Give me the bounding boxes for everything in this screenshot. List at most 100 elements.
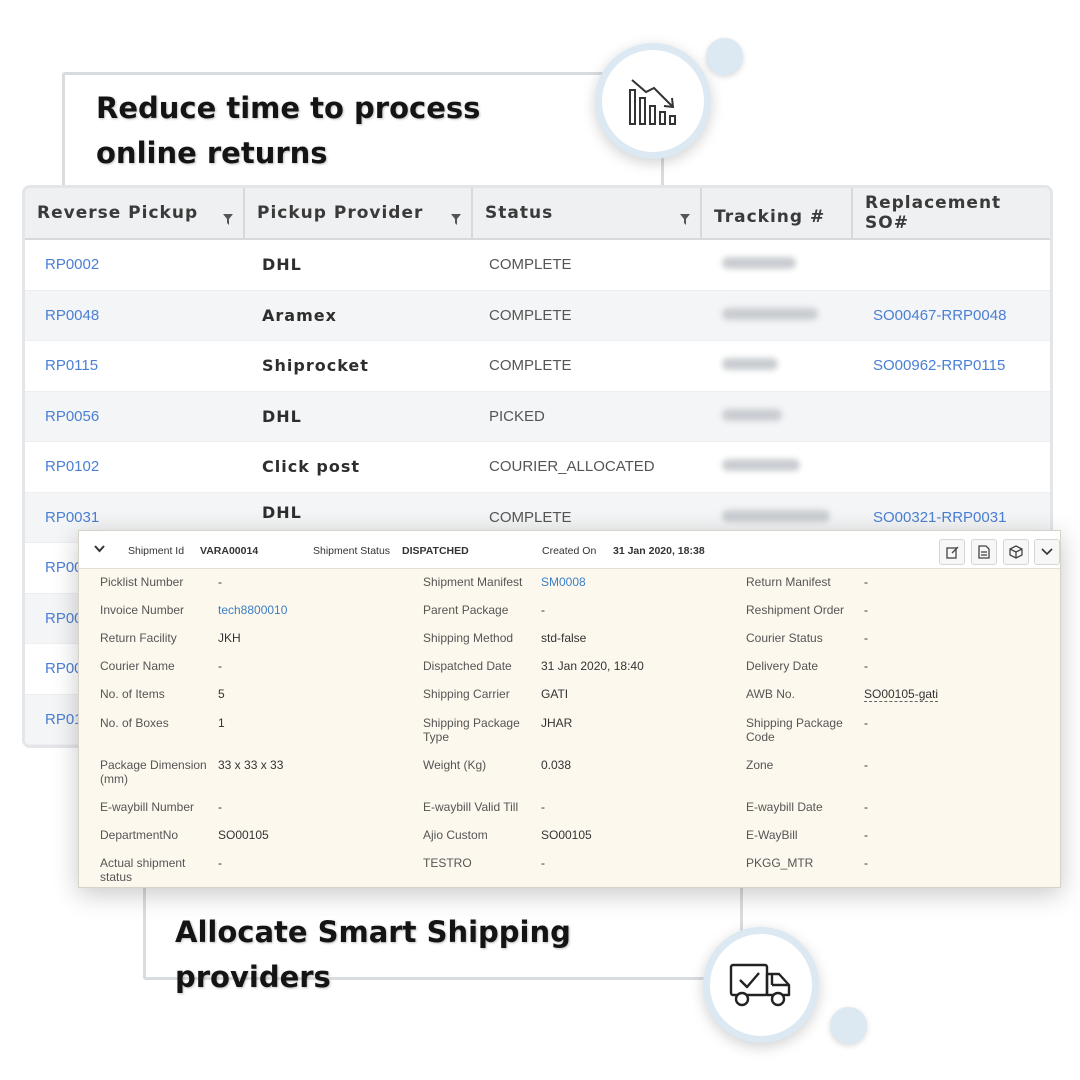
column-header-status[interactable]: Status: [473, 188, 702, 238]
tracking-number-redacted: [702, 256, 853, 273]
field-value: -: [864, 659, 868, 673]
field-label: Delivery Date: [746, 659, 819, 673]
field-value: -: [541, 603, 545, 617]
table-row[interactable]: RP0056 DHL PICKED: [25, 391, 1050, 442]
field-label: Actual shipment status: [100, 856, 186, 884]
table-row[interactable]: RP0002 DHL COMPLETE: [25, 240, 1050, 291]
shipment-id-label: Shipment Id: [128, 545, 185, 557]
declining-bar-chart-icon: [595, 43, 711, 159]
reverse-pickup-link[interactable]: RP0102: [25, 458, 245, 475]
reverse-pickup-link[interactable]: RP0115: [25, 357, 245, 374]
field-value: JHAR: [541, 716, 573, 730]
tracking-number-redacted: [702, 509, 853, 526]
field-value: -: [864, 603, 868, 617]
filter-icon[interactable]: [223, 214, 233, 225]
reverse-pickup-link[interactable]: RP0002: [25, 256, 245, 273]
field-label: Shipping Carrier: [423, 687, 510, 701]
replacement-so-link[interactable]: SO00467-RRP0048: [853, 307, 1050, 324]
pickup-provider: Aramex: [262, 305, 337, 325]
field-value: -: [864, 716, 868, 730]
filter-icon[interactable]: [680, 214, 690, 225]
field-label: Shipment Manifest: [423, 575, 523, 589]
package-box-icon: [1009, 545, 1023, 559]
chevron-down-icon: [1041, 548, 1053, 556]
created-on-label: Created On: [542, 545, 597, 557]
field-value: -: [218, 856, 222, 870]
reverse-pickup-link[interactable]: RP0031: [25, 509, 245, 526]
field-value: std-false: [541, 631, 587, 645]
filter-icon[interactable]: [451, 214, 461, 225]
pickup-provider: Shiprocket: [262, 356, 369, 376]
field-value: 33 x 33 x 33: [218, 758, 284, 772]
field-label: Parent Package: [423, 603, 509, 617]
tracking-number-redacted: [702, 357, 853, 374]
field-value: -: [864, 856, 868, 870]
shipment-detail-panel: Shipment Id VARA00014 Shipment Status DI…: [78, 530, 1061, 888]
field-value: -: [541, 856, 545, 870]
field-label: Courier Name: [100, 659, 175, 673]
pickup-provider: DHL: [262, 406, 302, 426]
field-value: -: [218, 575, 222, 589]
field-label: Weight (Kg): [423, 758, 487, 772]
reverse-pickup-link[interactable]: RP0056: [25, 408, 245, 425]
tracking-number-redacted: [702, 408, 853, 425]
field-value: JKH: [218, 631, 241, 645]
field-value: -: [864, 758, 868, 772]
edit-button[interactable]: [939, 539, 965, 565]
field-value: SO00105: [541, 828, 592, 842]
column-header-pickup-provider[interactable]: Pickup Provider: [245, 188, 473, 238]
field-label: DepartmentNo: [100, 828, 179, 842]
field-label: E-waybill Valid Till: [423, 800, 519, 814]
more-options-button[interactable]: [1034, 539, 1060, 565]
field-value[interactable]: tech8800010: [218, 603, 287, 617]
field-label: Courier Status: [746, 631, 823, 645]
field-label: Reshipment Order: [746, 603, 845, 617]
document-button[interactable]: [971, 539, 997, 565]
status-text: PICKED: [489, 407, 545, 425]
field-value: GATI: [541, 687, 569, 701]
field-label: Package Dimension (mm): [100, 758, 207, 786]
field-label: Shipping Method: [423, 631, 514, 645]
field-value: -: [864, 828, 868, 842]
edit-icon: [945, 546, 958, 559]
field-value: SO00105: [218, 828, 269, 842]
field-value: 5: [218, 687, 225, 701]
field-label: No. of Items: [100, 687, 165, 701]
pickup-provider: Click post: [262, 457, 361, 477]
status-text: COURIER_ALLOCATED: [489, 458, 655, 476]
column-header-tracking[interactable]: Tracking #: [702, 188, 853, 238]
replacement-so-link[interactable]: SO00321-RRP0031: [853, 509, 1050, 526]
status-text: COMPLETE: [489, 508, 572, 526]
tracking-number-redacted: [702, 458, 853, 475]
field-label: Picklist Number: [100, 575, 184, 589]
table-row[interactable]: RP0115 Shiprocket COMPLETE SO00962-RRP01…: [25, 341, 1050, 392]
shipment-status-label: Shipment Status: [313, 545, 391, 557]
shipment-status-value: DISPATCHED: [402, 545, 469, 557]
chevron-down-icon[interactable]: [94, 545, 105, 553]
field-label: E-WayBill: [746, 828, 798, 842]
field-value[interactable]: SM0008: [541, 575, 586, 589]
field-value: -: [864, 800, 868, 814]
column-header-replacement-so[interactable]: Replacement SO#: [853, 188, 1050, 238]
package-button[interactable]: [1003, 539, 1029, 565]
field-value: 1: [218, 716, 225, 730]
reverse-pickup-link[interactable]: RP0048: [25, 307, 245, 324]
field-label: Zone: [746, 758, 774, 772]
headline-smart-shipping: Allocate Smart Shipping providers: [175, 915, 571, 994]
document-icon: [978, 545, 990, 559]
table-row[interactable]: RP0102 Click post COURIER_ALLOCATED: [25, 442, 1050, 493]
table-header: Reverse Pickup Pickup Provider Status Tr…: [25, 188, 1050, 240]
status-text: COMPLETE: [489, 357, 572, 375]
field-value: -: [541, 800, 545, 814]
field-value: -: [218, 659, 222, 673]
pickup-provider: DHL: [262, 255, 302, 275]
status-text: COMPLETE: [489, 306, 572, 324]
pickup-provider: DHL: [262, 502, 302, 522]
status-text: COMPLETE: [489, 256, 572, 274]
replacement-so-link[interactable]: SO00962-RRP0115: [853, 357, 1050, 374]
table-row[interactable]: RP0048 Aramex COMPLETE SO00467-RRP0048: [25, 290, 1050, 341]
shipment-summary-bar: Shipment Id VARA00014 Shipment Status DI…: [79, 531, 1060, 569]
field-label: PKGG_MTR: [746, 856, 814, 870]
column-header-reverse-pickup[interactable]: Reverse Pickup: [25, 188, 245, 238]
decorative-dot: [706, 38, 743, 75]
